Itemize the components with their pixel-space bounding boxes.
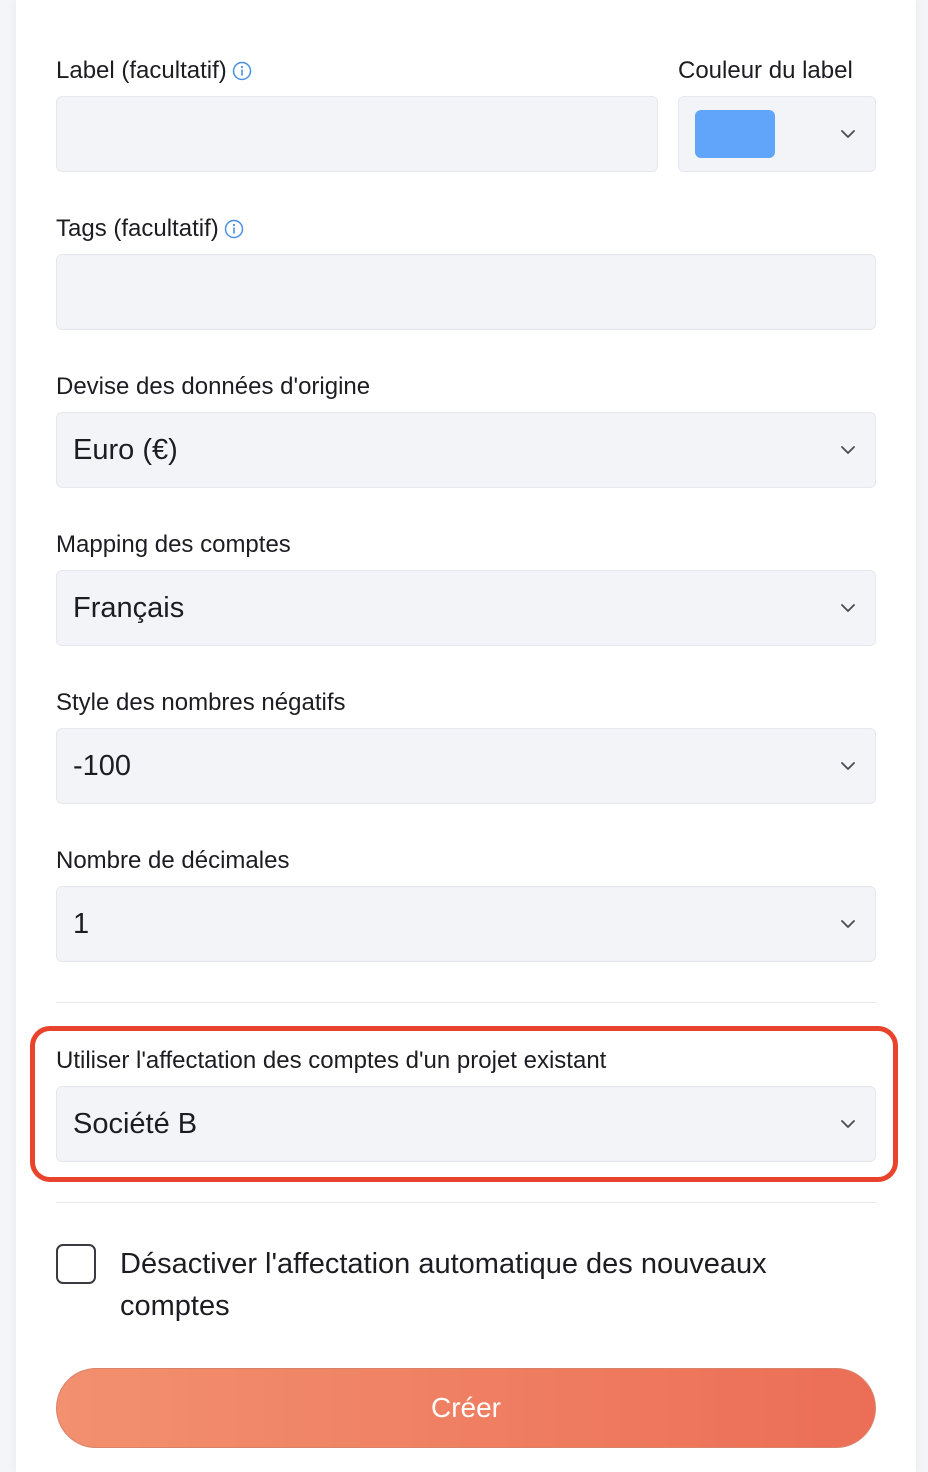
chevron-down-icon <box>841 130 855 138</box>
chevron-down-icon <box>841 604 855 612</box>
disable-auto-label[interactable]: Désactiver l'affectation automatique des… <box>120 1243 860 1327</box>
tags-field-label: Tags (facultatif) <box>56 214 244 244</box>
negative-style-select[interactable]: -100 <box>56 728 876 804</box>
divider <box>56 1202 876 1203</box>
account-mapping-select[interactable]: Français <box>56 570 876 646</box>
info-icon[interactable] <box>232 61 252 81</box>
create-button[interactable]: Créer <box>56 1368 876 1448</box>
info-icon[interactable] <box>224 219 244 239</box>
label-color-select[interactable] <box>678 96 876 172</box>
negative-style-label: Style des nombres négatifs <box>56 689 346 716</box>
color-swatch <box>695 110 775 158</box>
account-mapping-label: Mapping des comptes <box>56 531 291 558</box>
currency-select[interactable]: Euro (€) <box>56 412 876 488</box>
tags-input[interactable] <box>56 254 876 330</box>
currency-label: Devise des données d'origine <box>56 373 371 400</box>
label-color-label: Couleur du label <box>678 57 853 84</box>
label-field-label: Label (facultatif) <box>56 56 252 86</box>
chevron-down-icon <box>841 446 855 454</box>
decimals-select[interactable]: 1 <box>56 886 876 962</box>
decimals-label: Nombre de décimales <box>56 847 290 874</box>
disable-auto-checkbox[interactable] <box>56 1244 96 1284</box>
label-input[interactable] <box>56 96 658 172</box>
chevron-down-icon <box>841 762 855 770</box>
highlight-annotation <box>30 1026 898 1182</box>
chevron-down-icon <box>841 920 855 928</box>
divider <box>56 1002 876 1003</box>
